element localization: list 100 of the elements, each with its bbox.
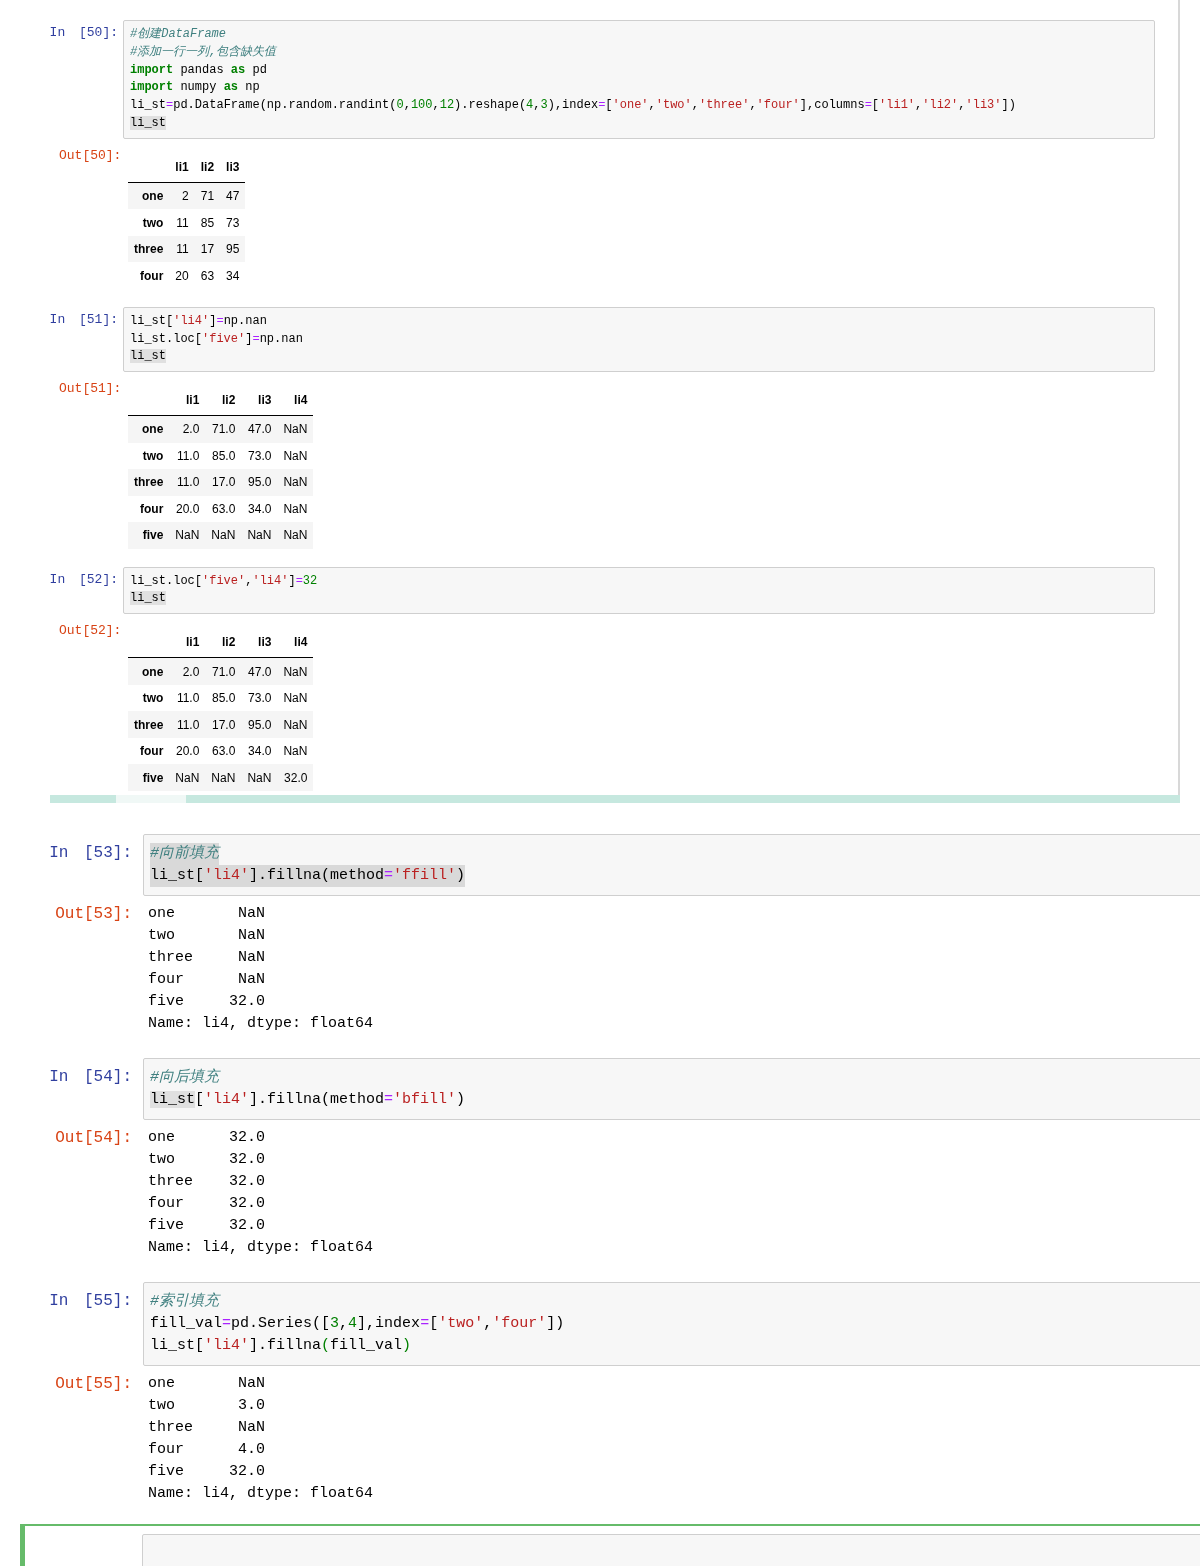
table-cell: NaN — [205, 764, 242, 791]
row-label: four — [128, 262, 170, 289]
column-header: li1 — [169, 635, 206, 658]
code-line: li_st['li4'].fillna(fill_val) — [150, 1335, 412, 1356]
code-editor[interactable]: li_st['li4']=np.nan li_st.loc['five']=np.nan li_st — [123, 306, 1155, 373]
table-cell: 47 — [220, 182, 246, 210]
table-cell: 95.0 — [241, 469, 278, 496]
table-cell: 2.0 — [169, 657, 206, 685]
row-label: one — [128, 182, 170, 210]
code-line: import numpy as np — [130, 79, 260, 97]
table-cell: 11.0 — [169, 711, 206, 738]
table-cell: 17 — [194, 235, 221, 263]
column-header: li1 — [169, 159, 195, 183]
table-cell: NaN — [169, 522, 206, 549]
row-label: three — [128, 711, 170, 738]
code-editor[interactable]: #创建DataFrame #添加一行一列,包含缺失值 import pandas as pd import numpy as np li_st=pd.DataFrame(np.random.randint(0,100,12).reshape(4,3),index=['one','two','three','four'],columns=['li1','li2','li3']) li_st — [123, 20, 1155, 139]
code-editor[interactable]: #索引填充 fill_val=pd.Series([3,4],index=['two','four']) li_st['li4'].fillna(fill_val) — [143, 1281, 1200, 1366]
table-cell: 95 — [220, 235, 246, 263]
table-cell: NaN — [277, 495, 314, 523]
table-cell: 17.0 — [205, 711, 242, 738]
table-cell: NaN — [277, 684, 314, 712]
table-cell: 17.0 — [205, 469, 242, 496]
row-label: five — [128, 764, 170, 791]
table-cell: NaN — [277, 415, 314, 443]
output-line: four 4.0 — [148, 1439, 267, 1460]
row-label: three — [128, 469, 170, 496]
column-header: li2 — [205, 393, 242, 416]
table-cell: 63.0 — [205, 737, 242, 765]
code-line: #创建DataFrame — [130, 26, 226, 43]
table-cell: 47.0 — [241, 657, 278, 685]
table-cell: 95.0 — [241, 711, 278, 738]
input-prompt: In [52]: — [48, 570, 119, 589]
output-prompt: Out[50]: — [58, 146, 123, 165]
output-line: three 32.0 — [148, 1171, 267, 1192]
table-cell: NaN — [277, 522, 314, 549]
table-cell: 71 — [194, 182, 221, 210]
table-cell: 85.0 — [205, 442, 242, 470]
column-header: li3 — [241, 393, 278, 416]
row-label: four — [128, 495, 170, 523]
code-line: #向后填充 — [150, 1067, 219, 1088]
table-cell: NaN — [241, 522, 278, 549]
table-cell: NaN — [277, 442, 314, 470]
code-line: #添加一行一列,包含缺失值 — [130, 43, 277, 61]
horizontal-scrollbar[interactable] — [50, 794, 1180, 803]
output-prompt: Out[52]: — [58, 622, 123, 640]
code-editor[interactable]: #向后填充 li_st['li4'].fillna(method='bfill') — [143, 1057, 1200, 1120]
table-cell: 71.0 — [205, 657, 242, 685]
output-line: two 32.0 — [148, 1149, 267, 1170]
table-cell: NaN — [169, 764, 206, 791]
row-label: one — [128, 415, 170, 443]
table-cell: 20 — [169, 262, 195, 289]
output-prompt: Out[55]: — [54, 1373, 133, 1395]
table-cell: 34.0 — [241, 737, 278, 765]
table-cell: 85.0 — [205, 684, 242, 712]
code-line: fill_val=pd.Series([3,4],index=['two','four']) — [150, 1313, 565, 1334]
table-cell: 73.0 — [241, 684, 278, 712]
table-cell: 73 — [220, 209, 246, 236]
table-cell: 71.0 — [205, 415, 242, 443]
code-editor[interactable]: li_st.loc['five','li4']=32 li_st — [123, 566, 1155, 615]
output-line: Name: li4, dtype: float64 — [148, 1237, 374, 1258]
table-cell: 2 — [169, 182, 195, 210]
row-label: one — [128, 657, 170, 685]
input-prompt: In [55]: — [48, 1290, 133, 1312]
table-cell: NaN — [277, 711, 314, 738]
column-header: li2 — [205, 635, 242, 658]
output-line: one NaN — [148, 1373, 267, 1394]
column-header: li2 — [194, 159, 221, 183]
row-label: two — [128, 442, 170, 470]
table-cell: 63.0 — [205, 495, 242, 523]
column-header: li3 — [241, 635, 278, 658]
output-line: two 3.0 — [148, 1395, 267, 1416]
output-prompt: Out[53]: — [54, 903, 133, 925]
output-line: four NaN — [148, 969, 267, 990]
code-line: li_st['li4']=np.nan — [130, 312, 267, 330]
output-prompt: Out[51]: — [58, 380, 123, 398]
output-line: Name: li4, dtype: float64 — [148, 1483, 374, 1504]
column-header: li3 — [220, 159, 246, 183]
code-line: import pandas as pd — [130, 61, 267, 79]
table-cell: NaN — [277, 737, 314, 765]
input-prompt: In [51]: — [48, 310, 119, 329]
table-cell: 11.0 — [169, 684, 206, 712]
input-prompt: In [54]: — [48, 1066, 133, 1088]
output-line: three NaN — [148, 947, 267, 968]
table-cell: 85 — [194, 209, 221, 236]
table-cell: NaN — [277, 469, 314, 496]
output-line: three NaN — [148, 1417, 267, 1438]
output-line: one NaN — [148, 903, 267, 924]
table-cell: 11 — [169, 209, 195, 236]
code-editor[interactable]: #向前填充 li_st['li4'].fillna(method='ffill') — [143, 833, 1200, 896]
input-prompt: In [50]: — [48, 24, 119, 42]
table-cell: NaN — [277, 657, 314, 685]
output-line: four 32.0 — [148, 1193, 267, 1214]
row-label: five — [128, 522, 170, 549]
table-cell: 63 — [194, 262, 221, 289]
row-label: three — [128, 235, 170, 263]
output-line: two NaN — [148, 925, 267, 946]
row-label: two — [128, 684, 170, 712]
column-header: li4 — [277, 635, 314, 658]
output-line: Name: li4, dtype: float64 — [148, 1013, 374, 1034]
table-cell: 20.0 — [169, 737, 206, 765]
